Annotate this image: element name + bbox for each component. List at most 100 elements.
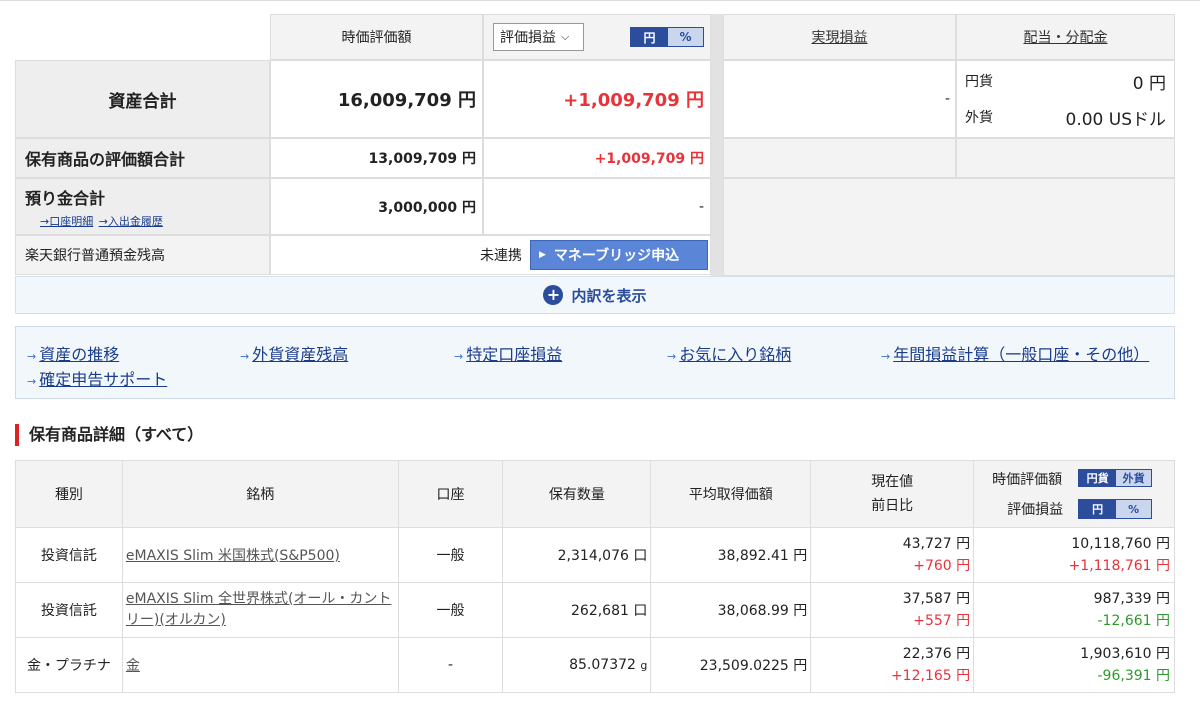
row-qty-cell: 262,681 口	[502, 582, 652, 638]
row-pl: +1,118,761 円	[1068, 558, 1170, 574]
row-price: 22,376 円	[902, 646, 971, 662]
row-mv: 1,903,610 円	[1080, 646, 1170, 662]
dividend-value-cell: 円貨 0 円 外貨 0.00 USドル	[956, 60, 1175, 138]
row-avg: 38,892.41 円	[650, 527, 812, 583]
deposit-value: 3,000,000 円	[378, 199, 476, 216]
favorites-link[interactable]: → お気に入り銘柄	[667, 341, 791, 365]
specified-account-pl-link[interactable]: → 特定口座損益	[454, 341, 562, 365]
fund-name-link[interactable]: eMAXIS Slim 全世界株式(オール・カントリー)(オルカン)	[126, 591, 392, 628]
col-account: 口座	[397, 460, 504, 528]
dividend-header: 配当・分配金	[956, 14, 1175, 60]
col-mv-label: 時価評価額	[992, 472, 1063, 488]
annual-pl-link[interactable]: → 年間損益計算（一般口座・その他）	[881, 341, 1149, 365]
row-qty-unit: 口	[633, 548, 648, 564]
row-qty: 262,681	[571, 603, 629, 619]
holdings-pl: +1,009,709 円	[594, 151, 704, 167]
fund-name-link[interactable]: eMAXIS Slim 米国株式(S&P500)	[126, 548, 340, 564]
breakdown-toggle[interactable]: + 内訳を表示	[15, 276, 1175, 314]
deposit-history-link[interactable]: →入出金履歴	[99, 215, 163, 228]
arrow-right-icon: →	[27, 375, 37, 388]
pl-unit-percent-table[interactable]: %	[1116, 500, 1152, 518]
bank-label-cell: 楽天銀行普通預金残高	[15, 235, 270, 275]
total-assets-pl-cell: +1,009,709 円	[483, 60, 711, 138]
holdings-pl-cell: +1,009,709 円	[483, 138, 711, 178]
row-mv: 987,339 円	[1093, 591, 1170, 607]
chevron-down-icon: ⌵	[561, 30, 570, 43]
pl-unit-yen[interactable]: 円	[631, 28, 668, 46]
realized-pl-link[interactable]: 実現損益	[812, 27, 868, 47]
row-qty: 2,314,076	[557, 548, 629, 564]
table-row: 投資信託 eMAXIS Slim 米国株式(S&P500) 一般 2,314,0…	[15, 527, 1175, 583]
market-value-header: 時価評価額	[270, 14, 483, 60]
arrow-right-icon: →	[27, 350, 37, 363]
pl-unit-yen-table[interactable]: 円	[1079, 500, 1117, 518]
money-bridge-button[interactable]: ▶ マネーブリッジ申込	[530, 240, 708, 270]
holdings-value-cell: 13,009,709 円	[270, 138, 483, 178]
pl-type-select[interactable]: 評価損益 ⌵	[493, 23, 584, 51]
row-name-cell: eMAXIS Slim 米国株式(S&P500)	[121, 527, 399, 583]
dividend-jpy-value: 0 円	[1132, 74, 1166, 94]
fund-name-link[interactable]: 金	[126, 658, 140, 674]
realized-value-cell: -	[723, 60, 956, 138]
currency-jpy[interactable]: 円貨	[1079, 470, 1117, 486]
pl-unit-percent[interactable]: %	[668, 28, 703, 46]
account-detail-link[interactable]: →口座明細	[40, 215, 93, 228]
pl-unit-toggle: 円 %	[630, 27, 704, 47]
currency-toggle: 円貨 外貨	[1078, 469, 1153, 487]
tax-return-support-link[interactable]: → 確定申告サポート	[27, 366, 167, 390]
total-assets-label: 資産合計	[108, 91, 177, 112]
col-mv-pl: 時価評価額 円貨 外貨 評価損益 円 %	[973, 460, 1175, 528]
market-value-header-label: 時価評価額	[341, 30, 412, 46]
row-account: 一般	[397, 582, 504, 638]
row-name-cell: 金	[121, 637, 399, 693]
table-header-row: 種別 銘柄 口座 保有数量 平均取得価額 現在値 前日比 時価評価額 円貨 外貨…	[15, 460, 1175, 528]
holdings-table: 種別 銘柄 口座 保有数量 平均取得価額 現在値 前日比 時価評価額 円貨 外貨…	[15, 460, 1175, 693]
row-price-cell: 43,727 円 +760 円	[810, 527, 975, 583]
holdings-section-title: 保有商品詳細（すべて）	[15, 424, 203, 446]
top-divider	[0, 0, 1200, 4]
fx-balance-link[interactable]: → 外貨資産残高	[240, 341, 348, 365]
row-avg: 38,068.99 円	[650, 582, 812, 638]
deposit-label-cell: 預り金合計 →口座明細 →入出金履歴	[15, 178, 270, 235]
summary-vertical-divider	[711, 14, 723, 276]
currency-fx[interactable]: 外貨	[1116, 470, 1152, 486]
deposit-value-cell: 3,000,000 円	[270, 178, 483, 235]
holdings-value: 13,009,709 円	[368, 151, 476, 167]
total-assets-label-cell: 資産合計	[15, 60, 270, 138]
row-change: +12,165 円	[890, 668, 971, 684]
row-qty-cell: 2,314,076 口	[502, 527, 652, 583]
table-row: 金・プラチナ 金 - 85.07372 g 23,509.0225 円 22,3…	[15, 637, 1175, 693]
plus-circle-icon: +	[543, 285, 564, 305]
deposit-label: 預り金合計	[25, 189, 106, 208]
col-price-label: 現在値	[871, 474, 914, 490]
deposit-pl-cell: -	[483, 178, 711, 235]
row-change: +760 円	[913, 558, 971, 574]
row-pl: -12,661 円	[1097, 613, 1171, 629]
col-pl-label: 評価損益	[1007, 502, 1064, 518]
dividend-link[interactable]: 配当・分配金	[1024, 27, 1108, 47]
right-empty-cell-3	[723, 178, 1175, 276]
asset-trend-link[interactable]: → 資産の推移	[27, 341, 119, 365]
bank-label: 楽天銀行普通預金残高	[25, 248, 165, 264]
col-qty: 保有数量	[502, 460, 652, 528]
pl-type-select-value: 評価損益	[500, 30, 556, 46]
row-pl: -96,391 円	[1097, 668, 1171, 684]
deposit-pl: -	[698, 198, 704, 215]
row-qty-cell: 85.07372 g	[502, 637, 652, 693]
row-type: 投資信託	[15, 527, 123, 583]
table-row: 投資信託 eMAXIS Slim 全世界株式(オール・カントリー)(オルカン) …	[15, 582, 1175, 638]
row-mv: 10,118,760 円	[1071, 536, 1170, 552]
total-assets-pl: +1,009,709 円	[563, 90, 704, 111]
row-mv-cell: 1,903,610 円 -96,391 円	[973, 637, 1175, 693]
row-price-cell: 22,376 円 +12,165 円	[810, 637, 975, 693]
arrow-right-icon: →	[881, 350, 891, 363]
col-avg-price: 平均取得価額	[650, 460, 812, 528]
right-empty-cell-2	[956, 138, 1175, 178]
total-assets-value-cell: 16,009,709 円	[270, 60, 483, 138]
col-change-label: 前日比	[871, 498, 914, 514]
row-mv-cell: 10,118,760 円 +1,118,761 円	[973, 527, 1175, 583]
right-empty-cell-1	[723, 138, 956, 178]
row-type: 投資信託	[15, 582, 123, 638]
row-qty-unit: g	[640, 659, 648, 672]
row-qty-unit: 口	[633, 603, 648, 619]
